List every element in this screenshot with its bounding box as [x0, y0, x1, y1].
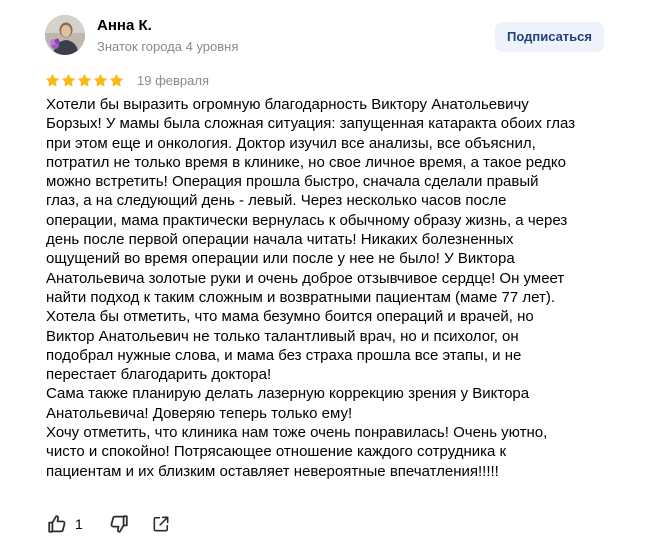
review-line: подобрал нужные слова, и мама без страха…: [46, 346, 522, 364]
review-line: Сама также планирую делать лазерную корр…: [46, 385, 530, 403]
review-line: найти подход к таким сложным и возвратны…: [46, 288, 555, 306]
review-line: Хотели бы выразить огромную благодарност…: [46, 96, 529, 113]
review-card: Анна К. Знаток города 4 уровня Подписать…: [0, 0, 650, 547]
review-line: Борзых! У мамы была сложная ситуация: за…: [46, 115, 576, 133]
like-count: 1: [75, 516, 83, 532]
star-icon: [93, 73, 108, 87]
thumbs-down-icon: [110, 515, 128, 533]
star-icon: [109, 73, 124, 87]
review-line: Хотела бы отметить, что мама безумно бои…: [46, 308, 534, 326]
review-line: при этом еще и онкология. Доктор изучил …: [46, 134, 536, 152]
subscribe-button[interactable]: Подписаться: [494, 22, 604, 52]
review-line: пациентам и их близким оставляет невероя…: [46, 462, 499, 480]
review-line: можно встретить! Операция прошла быстро,…: [46, 173, 539, 191]
share-button[interactable]: [151, 514, 171, 534]
review-line: Виктор Анатольевич не только талантливый…: [46, 327, 519, 345]
avatar-photo: [45, 15, 85, 55]
review-line: Хочу отметить, что клиника нам тоже очен…: [46, 424, 548, 442]
review-line: день после первой операции начала читать…: [46, 231, 514, 249]
star-icon: [45, 73, 60, 87]
review-header: Анна К. Знаток города 4 уровня Подписать…: [45, 15, 610, 57]
review-line: потратил не только время в клинике, но с…: [46, 153, 566, 171]
star-icon: [77, 73, 92, 87]
review-text: Хотели бы выразить огромную благодарност…: [46, 95, 621, 481]
review-line: Анатольевича золотые руки и очень доброе…: [46, 269, 565, 287]
avatar[interactable]: [45, 15, 85, 55]
star-icon: [61, 73, 76, 87]
review-line: перестает благодарить доктора!: [46, 366, 272, 384]
like-button[interactable]: 1: [46, 513, 83, 535]
thumbs-up-icon: [48, 515, 66, 533]
review-line: Анатольевича! Доверяю теперь только ему!: [46, 404, 353, 422]
author-level: Знаток города 4 уровня: [97, 39, 239, 54]
author-name[interactable]: Анна К.: [97, 17, 152, 34]
review-line: чисто и спокойно! Потрясающее отношение …: [46, 443, 507, 461]
review-line: операции, мама практически вернулась к о…: [46, 211, 568, 229]
dislike-button[interactable]: [108, 513, 130, 535]
share-icon: [153, 516, 169, 532]
rating-row: 19 февраля: [45, 70, 209, 90]
star-rating: [45, 73, 124, 88]
review-line: ощущений во время операции или после у н…: [46, 250, 515, 268]
review-actions: 1: [46, 512, 171, 536]
review-line: глаз, а на следующий день - левый. Через…: [46, 192, 507, 210]
review-date: 19 февраля: [137, 72, 209, 88]
